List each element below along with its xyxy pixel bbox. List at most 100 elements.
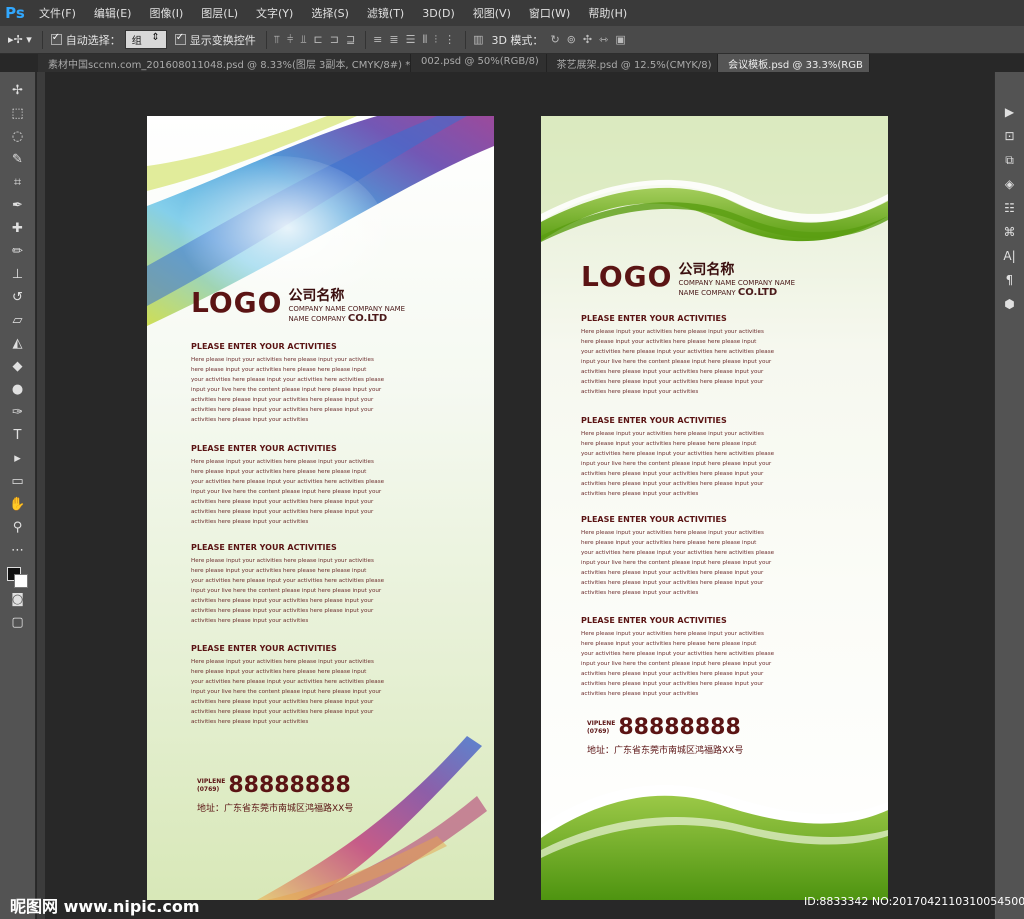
layers-icon[interactable]: ⧉ <box>999 150 1021 170</box>
styles-icon[interactable]: ◈ <box>999 174 1021 194</box>
distribute-top-icon[interactable]: ≡ <box>373 33 382 46</box>
vertical-ruler <box>37 72 45 919</box>
quick-mask-icon[interactable]: ◙ <box>7 589 29 609</box>
brush-tool-icon[interactable]: ✏ <box>7 241 29 261</box>
screen-mode-icon[interactable]: ▢ <box>7 612 29 632</box>
paths-icon[interactable]: ⌘ <box>999 222 1021 242</box>
extra-tools-icon[interactable]: ⋯ <box>7 540 29 560</box>
marquee-tool-icon[interactable]: ⬚ <box>7 103 29 123</box>
menu-select[interactable]: 选择(S) <box>302 5 358 21</box>
lasso-tool-icon[interactable]: ◌ <box>7 126 29 146</box>
chevron-down-icon: ⇕ <box>151 32 160 43</box>
menu-edit[interactable]: 编辑(E) <box>85 5 141 21</box>
3d-cube-icon[interactable]: ⬢ <box>999 294 1021 314</box>
menu-layer[interactable]: 图层(L) <box>192 5 247 21</box>
dodge-tool-icon[interactable]: ● <box>7 379 29 399</box>
section-line: Here please input your activities here p… <box>191 558 374 564</box>
history-icon[interactable]: ⊡ <box>999 126 1021 146</box>
scale-3d-icon[interactable]: ▣ <box>615 33 625 46</box>
section-line: here please input your activities here p… <box>191 469 367 475</box>
shape-tool-icon[interactable]: ▭ <box>7 471 29 491</box>
section-line: activities here please input your activi… <box>581 369 764 375</box>
vip-label: VIPLENE <box>197 778 226 785</box>
checkbox-icon <box>50 32 62 45</box>
healing-brush-tool-icon[interactable]: ✚ <box>7 218 29 238</box>
section-heading: PLEASE ENTER YOUR ACTIVITIES <box>191 444 337 453</box>
menu-image[interactable]: 图像(I) <box>140 5 192 21</box>
align-top-icon[interactable]: ⫪ <box>274 33 280 47</box>
eraser-tool-icon[interactable]: ▱ <box>7 310 29 330</box>
eyedropper-tool-icon[interactable]: ✒ <box>7 195 29 215</box>
character-icon[interactable]: A| <box>999 246 1021 266</box>
company-name-cn: 公司名称 <box>678 262 735 278</box>
contact-block: VIPLENE (0769) 88888888 地址：广东省东莞市南城区鸿福路X… <box>587 716 743 757</box>
paragraph-icon[interactable]: ¶ <box>999 270 1021 290</box>
section-line: activities here please input your activi… <box>191 709 374 715</box>
menu-type[interactable]: 文字(Y) <box>247 5 302 21</box>
stamp-tool-icon[interactable]: ⊥ <box>7 264 29 284</box>
tab-document-4[interactable]: 会议模板.psd @ 33.3%(RGB <box>718 54 870 72</box>
auto-select-dropdown[interactable]: 组 ⇕ <box>124 30 167 49</box>
history-brush-tool-icon[interactable]: ↺ <box>7 287 29 307</box>
path-select-tool-icon[interactable]: ▸ <box>7 448 29 468</box>
section-line: here please input your activities here p… <box>191 669 367 675</box>
address: 地址：广东省东莞市南城区鸿福路XX号 <box>197 804 354 814</box>
phone-row: VIPLENE (0769) 88888888 <box>197 774 353 798</box>
auto-select-toggle[interactable]: 自动选择： <box>50 32 121 48</box>
company-name-en: COMPANY NAME COMPANY NAME <box>678 279 796 287</box>
color-swatches[interactable] <box>6 567 29 589</box>
distribute-left-icon[interactable]: ⦀ <box>422 33 427 47</box>
menu-help[interactable]: 帮助(H) <box>579 5 636 21</box>
auto-align-icon[interactable]: ▥ <box>473 33 483 46</box>
tab-document-3[interactable]: 茶艺展架.psd @ 12.5%(CMYK/8) <box>547 54 719 72</box>
distribute-center-icon[interactable]: ⫶ <box>434 33 437 47</box>
adjustments-icon[interactable]: ☷ <box>999 198 1021 218</box>
distribute-middle-icon[interactable]: ≣ <box>389 33 398 46</box>
photoshop-logo: Ps <box>5 4 25 22</box>
align-right-icon[interactable]: ⊒ <box>346 33 355 46</box>
play-icon[interactable]: ▶ <box>999 102 1021 122</box>
distribute-right-icon[interactable]: ⋮ <box>444 33 455 46</box>
section-line: input your live here the content please … <box>191 689 382 695</box>
hand-tool-icon[interactable]: ✋ <box>7 494 29 514</box>
menu-filter[interactable]: 滤镜(T) <box>358 5 413 21</box>
activity-section-3: PLEASE ENTER YOUR ACTIVITIES Here please… <box>581 515 851 598</box>
tab-document-2[interactable]: 002.psd @ 50%(RGB/8) <box>411 54 547 72</box>
tools-panel: ✢ ⬚ ◌ ✎ ⌗ ✒ ✚ ✏ ⊥ ↺ ▱ ◭ ◆ ● ✑ T ▸ ▭ ✋ ⚲ … <box>0 72 36 919</box>
roll-3d-icon[interactable]: ⊚ <box>567 33 576 46</box>
menu-view[interactable]: 视图(V) <box>464 5 520 21</box>
align-middle-icon[interactable]: ⫩ <box>287 33 293 47</box>
align-bottom-icon[interactable]: ⫫ <box>300 33 306 47</box>
tab-document-1[interactable]: 素材中国sccnn.com_201608011048.psd @ 8.33%(图… <box>38 54 411 72</box>
pen-tool-icon[interactable]: ✑ <box>7 402 29 422</box>
move-tool-icon[interactable]: ✢ <box>7 80 29 100</box>
document-tabs: 素材中国sccnn.com_201608011048.psd @ 8.33%(图… <box>38 54 870 72</box>
align-left-icon[interactable]: ⊏ <box>314 33 323 46</box>
drag-3d-icon[interactable]: ✣ <box>583 33 592 46</box>
blur-tool-icon[interactable]: ◆ <box>7 356 29 376</box>
move-tool-icon[interactable]: ▸✢ ▾ <box>8 33 32 46</box>
slide-3d-icon[interactable]: ⇿ <box>599 33 608 46</box>
menu-window[interactable]: 窗口(W) <box>520 5 579 21</box>
type-tool-icon[interactable]: T <box>7 425 29 445</box>
orbit-3d-icon[interactable]: ↻ <box>550 33 559 46</box>
menu-bar: Ps 文件(F) 编辑(E) 图像(I) 图层(L) 文字(Y) 选择(S) 滤… <box>0 0 1024 26</box>
section-heading: PLEASE ENTER YOUR ACTIVITIES <box>191 543 337 552</box>
section-line: activities here please input your activi… <box>581 671 764 677</box>
crop-tool-icon[interactable]: ⌗ <box>7 172 29 192</box>
section-line: here please input your activities here p… <box>191 367 367 373</box>
align-center-icon[interactable]: ⊐ <box>330 33 339 46</box>
section-line: input your live here the content please … <box>581 661 772 667</box>
menu-3d[interactable]: 3D(D) <box>413 7 464 20</box>
distribute-bottom-icon[interactable]: ☰ <box>406 33 416 46</box>
zoom-tool-icon[interactable]: ⚲ <box>7 517 29 537</box>
gradient-tool-icon[interactable]: ◭ <box>7 333 29 353</box>
background-color[interactable] <box>13 574 28 588</box>
show-transform-toggle[interactable]: 显示变换控件 <box>174 32 256 48</box>
menu-file[interactable]: 文件(F) <box>30 5 85 21</box>
section-line: activities here please input your activi… <box>191 519 309 525</box>
phone-label-block: VIPLENE (0769) <box>587 720 618 736</box>
section-line: activities here please input your activi… <box>581 389 699 395</box>
section-line: activities here please input your activi… <box>191 699 374 705</box>
quick-select-tool-icon[interactable]: ✎ <box>7 149 29 169</box>
